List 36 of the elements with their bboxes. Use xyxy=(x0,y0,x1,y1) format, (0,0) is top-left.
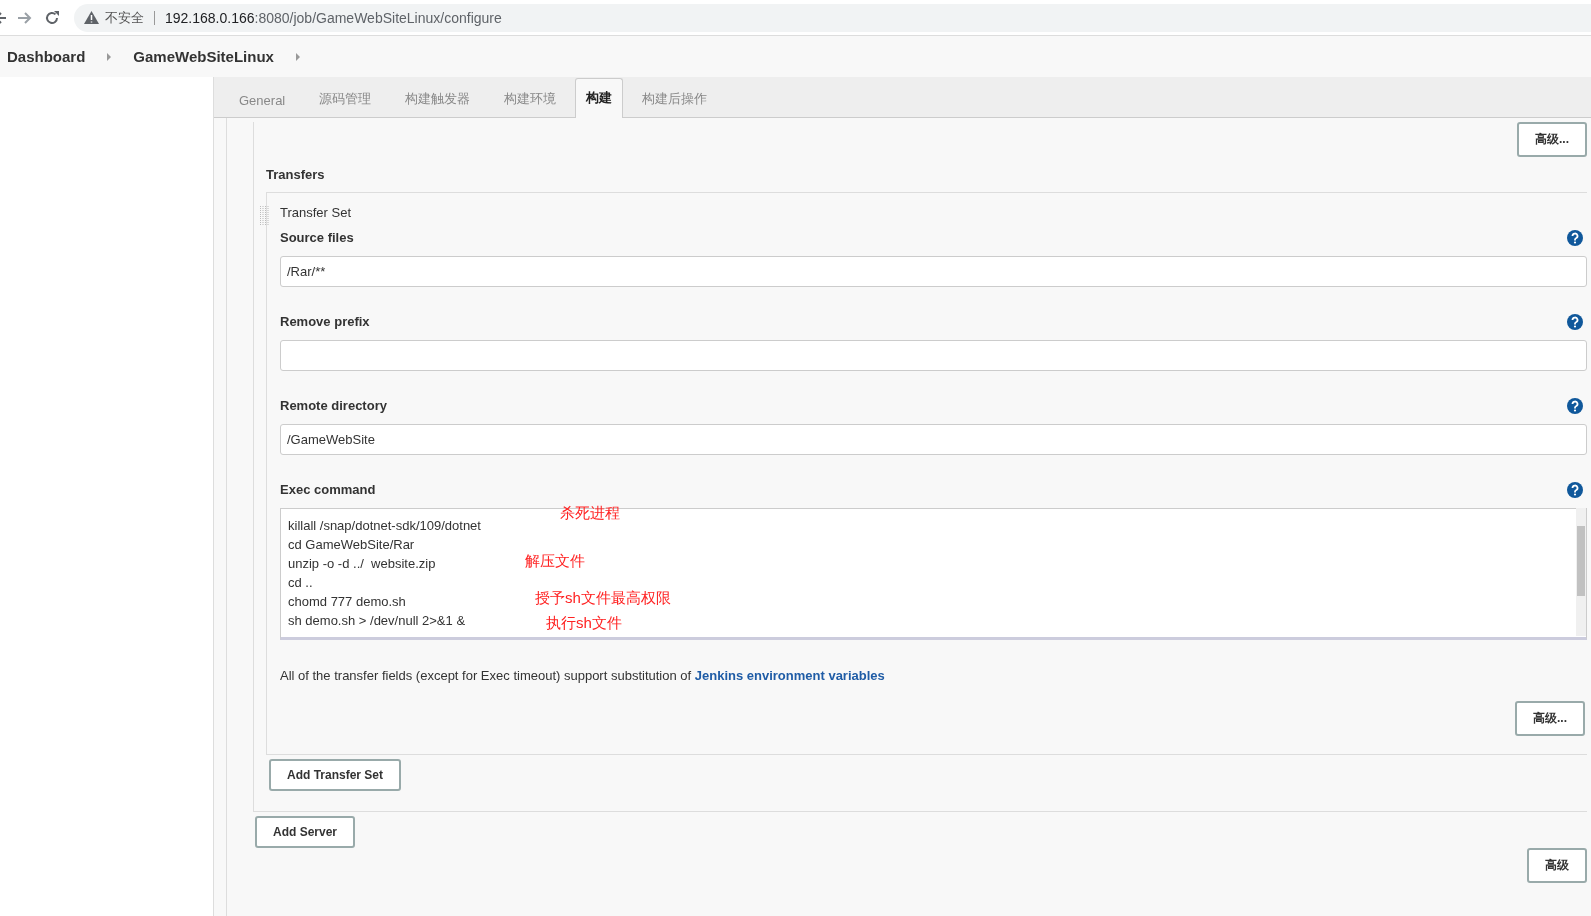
annotation-text: 执行sh文件 xyxy=(546,614,622,633)
help-icon[interactable] xyxy=(1567,398,1583,414)
text-field[interactable]: /GameWebSite xyxy=(280,424,1587,455)
field-label: Remote directory xyxy=(280,398,387,414)
chevron-icon[interactable] xyxy=(295,52,300,61)
field-label: Exec command xyxy=(280,482,376,498)
scrollbar[interactable] xyxy=(1576,508,1586,636)
drag-handle-icon[interactable] xyxy=(260,206,270,226)
add-transfer-set-button[interactable]: Add Transfer Set xyxy=(269,759,402,791)
warning-icon[interactable] xyxy=(84,11,99,24)
help-link[interactable]: Jenkins environment variables xyxy=(694,668,885,683)
annotation-text: 解压文件 xyxy=(525,552,585,571)
advanced-button[interactable]: 高级... xyxy=(1517,122,1587,157)
annotation-text: 授予sh文件最高权限 xyxy=(535,589,671,608)
advanced-button[interactable]: 高级... xyxy=(1515,701,1585,736)
text-field[interactable] xyxy=(280,340,1587,371)
forward-arrow-icon[interactable] xyxy=(18,10,32,25)
add-server-button[interactable]: Add Server xyxy=(255,816,356,848)
section-title: Transfers xyxy=(266,167,326,182)
tab[interactable]: 构建 xyxy=(575,78,624,118)
url-text: 192.168.0.166:8080/job/GameWebSiteLinux/configure xyxy=(165,9,502,26)
help-icon[interactable] xyxy=(1567,230,1583,246)
field-label: Remove prefix xyxy=(280,314,370,330)
reload-icon[interactable] xyxy=(44,9,60,26)
chevron-icon[interactable] xyxy=(107,52,112,61)
advanced-button[interactable]: 高级 xyxy=(1527,848,1587,883)
help-note: All of the transfer fields (except for Exec timeout) support substitution of Jenkins environment variables xyxy=(280,668,886,683)
breadcrumb-link[interactable]: GameWebSiteLinux xyxy=(133,48,274,65)
security-label: 不安全 xyxy=(105,8,144,27)
text-field[interactable]: /Rar/** xyxy=(280,256,1587,287)
help-icon[interactable] xyxy=(1567,482,1583,498)
field-label: Source files xyxy=(280,230,354,246)
breadcrumb-link[interactable]: Dashboard xyxy=(7,48,86,65)
address-bar[interactable]: 不安全 192.168.0.166:8080/job/GameWebSiteLinux/configure xyxy=(74,3,1591,32)
help-icon[interactable] xyxy=(1567,314,1583,330)
transfer-set-title: Transfer Set xyxy=(280,205,353,220)
